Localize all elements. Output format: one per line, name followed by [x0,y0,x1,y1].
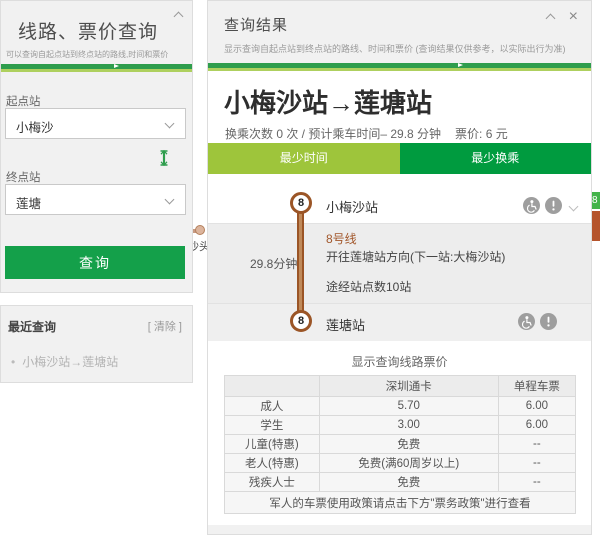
expand-station-icon[interactable] [568,201,579,212]
table-cell: 免费(满60周岁以上) [318,453,499,473]
accessibility-icon[interactable] [518,313,535,335]
origin-value: 小梅沙 [16,121,54,135]
collapse-result-icon[interactable] [545,13,556,24]
route-title: 小梅沙站→莲塘站 [224,88,433,118]
map-line-fragment-orange [592,211,600,241]
query-panel-title: 线路、票价查询 [18,22,159,43]
origin-station-icons [523,197,579,219]
table-cell: 5.70 [318,396,499,416]
result-tabs: 最少时间 最少换乘 [208,143,591,174]
recent-queries-title: 最近查询 [8,320,57,334]
tab-least-transfers[interactable]: 最少换乘 [399,143,591,174]
fare-table-head: 深圳通卡 单程车票 [224,375,577,397]
tab-least-time[interactable]: 最少时间 [208,143,400,174]
origin-select[interactable]: 小梅沙 [5,108,186,139]
table-cell: 免费 [318,472,499,492]
table-cell: 儿童(特惠) [224,434,320,454]
fare-table-header-cell [224,375,320,397]
station-info-icon[interactable] [540,313,557,335]
fare-table-header-cell: 深圳通卡 [318,375,499,397]
result-panel: 查询结果 显示查询自起点站到终点站的路线、时间和票价 (查询结果仅供参考，以实际… [207,0,592,535]
map-line8-badge-fragment: 8 [592,192,600,209]
chevron-down-icon [164,118,175,129]
green-stripe [1,64,192,72]
table-row: 学生 3.00 6.00 [224,415,577,435]
query-panel-subtitle: 可以查询自起点站到终点站的路线,时间和票价 [6,50,169,59]
fare-table-footer-row: 军人的车票使用政策请点击下方"票务政策"进行查看 [224,491,576,514]
recent-queries-panel: 最近查询 [ 清除 ] • 小梅沙站→莲塘站 [0,305,193,383]
table-cell: 学生 [224,415,320,435]
segment-line-name: 8号线 [326,232,357,246]
destination-station-name: 莲塘站 [326,318,366,333]
origin-station-name: 小梅沙站 [326,200,379,215]
route-meta: 换乘次数 0 次 / 预计乘车时间– 29.8 分钟 票价: 6 元 [225,127,508,141]
green-stripe [208,63,591,71]
bullet-icon: • [11,355,16,369]
clear-recent-link[interactable]: [ 清除 ] [148,318,182,334]
table-cell: 6.00 [497,396,577,416]
fare-table-header-cell: 单程车票 [497,375,577,397]
stripe-marker-icon [114,64,119,68]
destination-value: 莲塘 [16,197,42,211]
table-row: 老人(特惠) 免费(满60周岁以上) -- [224,453,577,473]
fare-table-footer-cell: 军人的车票使用政策请点击下方"票务政策"进行查看 [224,491,576,514]
collapse-panel-icon[interactable] [173,11,184,22]
fare-table-header-row: 深圳通卡 单程车票 [224,375,577,397]
result-panel-subtitle: 显示查询自起点站到终点站的路线、时间和票价 (查询结果仅供参考，以实际出行为准) [224,44,566,54]
recent-query-item[interactable]: • 小梅沙站→莲塘站 [11,353,118,370]
map-station-marker [195,225,205,235]
table-cell: 老人(特惠) [224,453,320,473]
segment-direction: 开往莲塘站方向(下一站:大梅沙站) [326,250,506,264]
fare-section-title: 显示查询线路票价 [351,355,448,369]
table-cell: 残疾人士 [224,472,320,492]
table-cell: -- [497,453,577,473]
query-panel: 线路、票价查询 可以查询自起点站到终点站的路线,时间和票价 起点站 小梅沙 终点… [0,0,193,293]
line8-badge-icon: 8 [290,310,312,332]
table-cell: 6.00 [497,415,577,435]
panel-bottom-strip [208,525,591,534]
fare-table: 深圳通卡 单程车票 成人 5.70 6.00 学生 3.00 6.00 儿童(特惠) 免费 -- 老… [224,375,577,514]
route-fare: 票价: 6 元 [455,127,508,141]
table-row: 儿童(特惠) 免费 -- [224,434,577,454]
destination-select[interactable]: 莲塘 [5,184,186,215]
table-row: 残疾人士 免费 -- [224,472,577,492]
page: 沙头 8 线路、票价查询 可以查询自起点站到终点站的路线,时间和票价 起点站 小… [0,0,600,535]
close-icon[interactable]: × [569,8,578,26]
fare-table-body: 成人 5.70 6.00 学生 3.00 6.00 儿童(特惠) 免费 -- 老人(特惠) 免费(满… [224,396,577,492]
table-cell: 免费 [318,434,499,454]
table-cell: 3.00 [318,415,499,435]
table-cell: -- [497,472,577,492]
result-panel-title: 查询结果 [224,17,289,34]
result-panel-header: 查询结果 显示查询自起点站到终点站的路线、时间和票价 (查询结果仅供参考，以实际… [208,1,591,63]
segment-stop-count: 途经站点数10站 [326,280,412,294]
swap-stations-icon[interactable] [158,149,170,172]
query-button[interactable]: 查询 [5,246,185,279]
line8-badge-icon: 8 [290,192,312,214]
destination-label: 终点站 [6,172,41,184]
stripe-marker-icon [458,63,463,67]
line8-timeline [297,203,304,323]
table-cell: -- [497,434,577,454]
destination-station-icons [518,313,557,335]
origin-label: 起点站 [6,96,41,108]
table-cell: 成人 [224,396,320,416]
segment-duration: 29.8分钟 [250,257,298,271]
fare-table-foot: 军人的车票使用政策请点击下方"票务政策"进行查看 [224,491,576,514]
chevron-down-icon [164,194,175,205]
accessibility-icon[interactable] [523,197,540,219]
table-row: 成人 5.70 6.00 [224,396,577,416]
station-info-icon[interactable] [545,197,562,219]
